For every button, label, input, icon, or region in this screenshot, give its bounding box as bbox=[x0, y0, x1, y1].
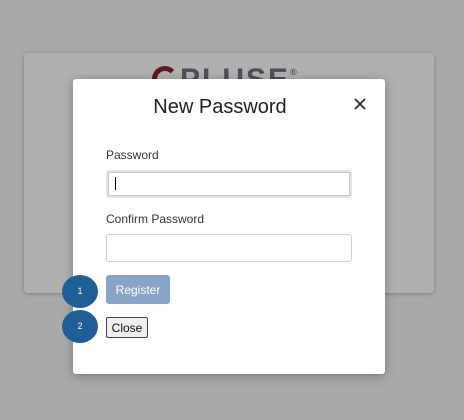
new-password-dialog: New Password Password Confirm Password R… bbox=[73, 79, 385, 374]
close-button[interactable]: Close bbox=[106, 317, 148, 338]
password-label: Password bbox=[106, 148, 159, 162]
registered-mark: ® bbox=[290, 67, 299, 77]
dialog-title: New Password bbox=[153, 96, 287, 118]
step-marker-2: 2 bbox=[62, 310, 98, 343]
register-button[interactable]: Register bbox=[106, 275, 170, 304]
text-caret bbox=[115, 177, 116, 190]
step-marker-1: 1 bbox=[62, 275, 98, 308]
close-icon[interactable] bbox=[353, 97, 367, 111]
confirm-password-label: Confirm Password bbox=[106, 212, 205, 226]
password-field[interactable] bbox=[106, 170, 352, 198]
confirm-password-field[interactable] bbox=[106, 234, 352, 262]
